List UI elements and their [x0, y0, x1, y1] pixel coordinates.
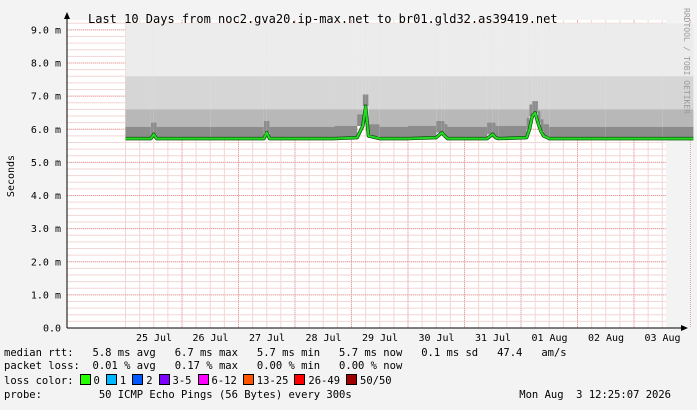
- median-rtt-row: median rtt: 5.8 ms avg 6.7 ms max 5.7 ms…: [4, 347, 567, 360]
- probe-label: probe:: [4, 389, 42, 401]
- x-tick-label: 25 Jul: [136, 333, 172, 344]
- loss-swatch: [294, 374, 306, 385]
- loss-legend-item: 2: [126, 374, 153, 387]
- smoke-band: [150, 122, 154, 135]
- loss-legend-label: 50/50: [360, 375, 392, 387]
- chart-title: Last 10 Days from noc2.gva20.ip-max.net …: [88, 12, 558, 26]
- probe-row: probe: 50 ICMP Echo Pings (56 Bytes) eve…: [4, 389, 693, 402]
- loss-legend-label: 2: [146, 375, 153, 387]
- y-axis-label: Seconds: [6, 155, 17, 197]
- smoke-band: [153, 122, 157, 135]
- packet-loss-label: packet loss:: [4, 360, 80, 372]
- rrdtool-watermark: RRDTOOL / TOBI OETIKER: [682, 8, 691, 114]
- x-tick-label: 02 Aug: [588, 333, 624, 344]
- y-tick-label: 6.0 m: [31, 125, 61, 136]
- loss-legend-label: 26-49: [308, 375, 341, 387]
- y-tick-label: 0.0: [43, 324, 61, 335]
- packet-loss-values: 0.01 % avg 0.17 % max 0.00 % min 0.00 % …: [92, 360, 403, 372]
- smoke-band: [368, 124, 380, 136]
- loss-legend-label: 0: [93, 375, 100, 387]
- smoke-band: [492, 122, 496, 135]
- x-tick-label: 28 Jul: [305, 333, 341, 344]
- smoke-band: [408, 125, 437, 138]
- loss-swatch: [79, 374, 91, 385]
- loss-swatch: [197, 374, 209, 385]
- loss-swatch: [132, 374, 144, 385]
- x-tick-label: 03 Aug: [644, 333, 680, 344]
- y-tick-label: 8.0 m: [31, 59, 61, 70]
- loss-color-label: loss color:: [4, 375, 74, 387]
- probe-values: 50 ICMP Echo Pings (56 Bytes) every 300s: [98, 389, 352, 401]
- loss-color-row: loss color: 0 1 2 3-5 6-12 13-25 26-49 50/50: [4, 374, 392, 388]
- packet-loss-row: packet loss: 0.01 % avg 0.17 % max 0.00 …: [4, 360, 402, 373]
- smoke-band: [266, 121, 270, 133]
- smokeping-graph: 0.0 1.0 m 2.0 m 3.0 m 4.0 m 5.0 m 6.0 m 7.0 m 8.…: [0, 0, 697, 410]
- smoke-band: [362, 94, 366, 107]
- timestamp: Mon Aug 3 12:25:07 2026: [519, 389, 671, 401]
- loss-legend-item: 0: [74, 374, 100, 387]
- loss-legend-item: 26-49: [288, 374, 341, 387]
- loss-legend-label: 13-25: [256, 375, 289, 387]
- loss-swatch: [158, 374, 170, 385]
- y-tick-label: 2.0 m: [31, 257, 61, 268]
- loss-legend-item: 13-25: [237, 374, 289, 387]
- loss-color-legend: 0 1 2 3-5 6-12 13-25 26-49 50/50: [74, 374, 392, 387]
- rtt-chart: 0.0 1.0 m 2.0 m 3.0 m 4.0 m 5.0 m 6.0 m 7.0 m 8.…: [6, 8, 694, 344]
- x-tick-label: 29 Jul: [362, 333, 398, 344]
- x-axis-arrow: [681, 325, 688, 331]
- loss-legend-item: 6-12: [192, 374, 237, 387]
- y-tick-label: 1.0 m: [31, 290, 61, 301]
- smoke-band: [532, 101, 536, 113]
- x-tick-label: 31 Jul: [475, 333, 511, 344]
- smoke-band: [498, 125, 527, 138]
- y-tick-label: 4.0 m: [31, 191, 61, 202]
- smoke-band: [487, 122, 493, 135]
- smoke-band: [365, 94, 369, 107]
- smoke-band: [441, 121, 445, 133]
- loss-legend-item: 3-5: [153, 374, 192, 387]
- median-rtt-values: 5.8 ms avg 6.7 ms max 5.7 ms min 5.7 ms …: [92, 347, 567, 359]
- loss-swatch: [105, 374, 117, 385]
- x-tick-label: 01 Aug: [531, 333, 567, 344]
- y-tick-label: 9.0 m: [31, 25, 61, 36]
- y-tick-label: 5.0 m: [31, 158, 61, 169]
- median-rtt-label: median rtt:: [4, 347, 74, 359]
- loss-legend-item: 1: [100, 374, 126, 387]
- loss-legend-item: 50/50: [340, 374, 392, 387]
- loss-legend-label: 3-5: [172, 375, 192, 387]
- smoke-band: [535, 101, 538, 113]
- smoke-band: [334, 125, 358, 138]
- smoke-band: [263, 121, 267, 133]
- x-tick-label: 26 Jul: [192, 333, 228, 344]
- y-tick-label: 7.0 m: [31, 92, 61, 103]
- loss-legend-label: 6-12: [211, 375, 237, 387]
- y-tick-label: 3.0 m: [31, 224, 61, 235]
- x-tick-label: 30 Jul: [418, 333, 454, 344]
- smoke-band: [436, 121, 442, 133]
- y-axis-arrow: [64, 12, 70, 19]
- x-tick-label: 27 Jul: [249, 333, 285, 344]
- loss-swatch: [346, 374, 358, 385]
- loss-swatch: [242, 374, 254, 385]
